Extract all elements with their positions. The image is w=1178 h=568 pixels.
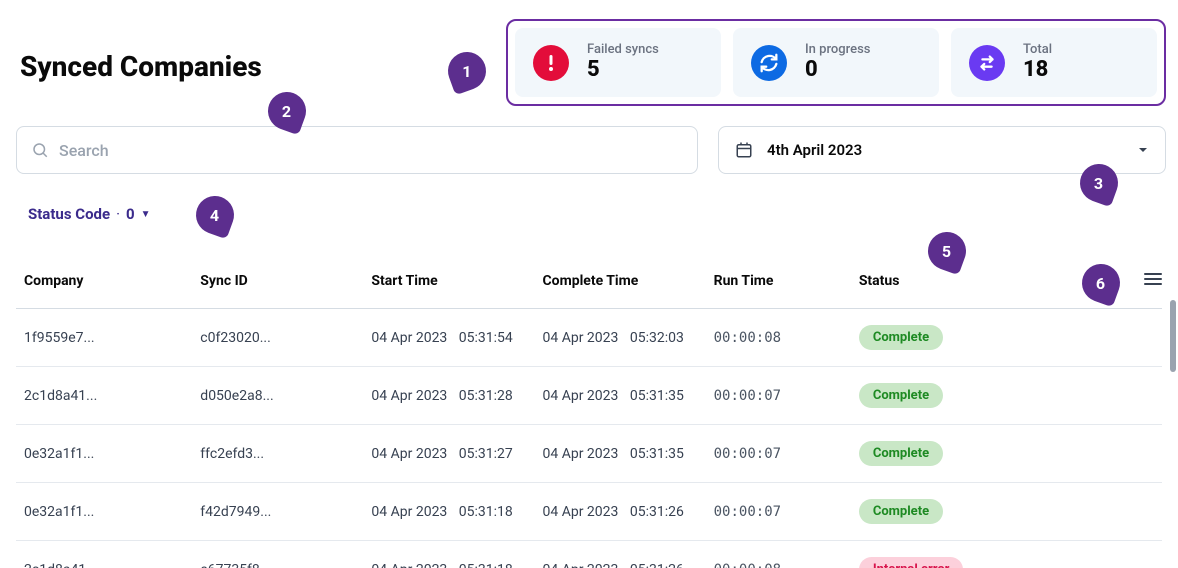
status-badge: Internal error: [859, 557, 964, 568]
cell-sync-id: e67735f8...: [192, 541, 363, 568]
date-picker[interactable]: 4th April 2023: [718, 126, 1166, 174]
status-badge: Complete: [859, 383, 943, 408]
table-options-icon[interactable]: [1144, 274, 1162, 290]
col-run-time[interactable]: Run Time: [706, 258, 851, 309]
cell-status: Complete: [851, 367, 1121, 425]
cell-complete: 04 Apr 2023 05:31:26: [535, 483, 706, 541]
cell-company: 0e32a1f1...: [16, 483, 192, 541]
search-input[interactable]: [59, 141, 683, 160]
col-status[interactable]: Status: [851, 258, 1121, 309]
cell-company: 2c1d8a41...: [16, 367, 192, 425]
col-start-time[interactable]: Start Time: [363, 258, 534, 309]
cell-start: 04 Apr 2023 05:31:18: [363, 541, 534, 568]
cell-company: 0e32a1f1...: [16, 425, 192, 483]
table-row[interactable]: 0e32a1f1...ffc2efd3...04 Apr 2023 05:31:…: [16, 425, 1162, 483]
cell-sync-id: ffc2efd3...: [192, 425, 363, 483]
stats-panel: Failed syncs 5 In progress 0 Total 18: [506, 19, 1166, 106]
cell-run: 00:00:07: [706, 483, 851, 541]
cell-start: 04 Apr 2023 05:31:54: [363, 309, 534, 367]
cell-sync-id: c0f23020...: [192, 309, 363, 367]
col-sync-id[interactable]: Sync ID: [192, 258, 363, 309]
swap-icon: [969, 45, 1005, 81]
status-badge: Complete: [859, 499, 943, 524]
col-complete-time[interactable]: Complete Time: [535, 258, 706, 309]
cell-start: 04 Apr 2023 05:31:27: [363, 425, 534, 483]
calendar-icon: [735, 141, 753, 159]
cell-run: 00:00:07: [706, 367, 851, 425]
stat-failed-label: Failed syncs: [587, 42, 659, 57]
status-badge: Complete: [859, 325, 943, 350]
status-code-label: Status Code: [28, 205, 110, 223]
cell-status: Internal error: [851, 541, 1121, 568]
table-row[interactable]: 1f9559e7...c0f23020...04 Apr 2023 05:31:…: [16, 309, 1162, 367]
callout-4: 4: [191, 191, 240, 240]
cell-sync-id: d050e2a8...: [192, 367, 363, 425]
search-icon: [31, 141, 49, 159]
cell-complete: 04 Apr 2023 05:31:35: [535, 367, 706, 425]
cell-start: 04 Apr 2023 05:31:28: [363, 367, 534, 425]
col-company[interactable]: Company: [16, 258, 192, 309]
date-label: 4th April 2023: [767, 141, 1123, 159]
cell-status: Complete: [851, 425, 1121, 483]
cell-status: Complete: [851, 483, 1121, 541]
stat-total-label: Total: [1023, 42, 1052, 57]
stat-progress-value: 0: [805, 57, 870, 83]
stat-failed-value: 5: [587, 57, 659, 83]
cell-company: 2c1d8a41...: [16, 541, 192, 568]
cell-run: 00:00:08: [706, 541, 851, 568]
stat-total[interactable]: Total 18: [951, 28, 1157, 97]
status-code-filter[interactable]: Status Code · 0 ▼: [28, 205, 151, 223]
table-row[interactable]: 2c1d8a41...e67735f8...04 Apr 2023 05:31:…: [16, 541, 1162, 568]
status-badge: Complete: [859, 441, 943, 466]
chevron-down-icon: ▼: [141, 209, 151, 220]
cell-run: 00:00:07: [706, 425, 851, 483]
sync-table: Company Sync ID Start Time Complete Time…: [16, 258, 1162, 568]
cell-company: 1f9559e7...: [16, 309, 192, 367]
stat-progress-label: In progress: [805, 42, 870, 57]
filters-row: 4th April 2023: [16, 126, 1166, 174]
search-field[interactable]: [16, 126, 698, 174]
table-row[interactable]: 0e32a1f1...f42d7949...04 Apr 2023 05:31:…: [16, 483, 1162, 541]
callout-1: 1: [443, 47, 492, 96]
table-row[interactable]: 2c1d8a41...d050e2a8...04 Apr 2023 05:31:…: [16, 367, 1162, 425]
cell-complete: 04 Apr 2023 05:31:26: [535, 541, 706, 568]
stat-failed[interactable]: Failed syncs 5: [515, 28, 721, 97]
cell-run: 00:00:08: [706, 309, 851, 367]
status-code-count: 0: [126, 205, 135, 223]
alert-icon: [533, 45, 569, 81]
cell-complete: 04 Apr 2023 05:32:03: [535, 309, 706, 367]
stat-progress[interactable]: In progress 0: [733, 28, 939, 97]
cell-start: 04 Apr 2023 05:31:18: [363, 483, 534, 541]
sync-icon: [751, 45, 787, 81]
cell-sync-id: f42d7949...: [192, 483, 363, 541]
stat-total-value: 18: [1023, 57, 1052, 83]
page-title: Synced Companies: [20, 50, 262, 83]
cell-complete: 04 Apr 2023 05:31:35: [535, 425, 706, 483]
chevron-down-icon: [1137, 144, 1149, 156]
scrollbar[interactable]: [1170, 300, 1176, 372]
cell-status: Complete: [851, 309, 1121, 367]
table-header-row: Company Sync ID Start Time Complete Time…: [16, 258, 1162, 309]
